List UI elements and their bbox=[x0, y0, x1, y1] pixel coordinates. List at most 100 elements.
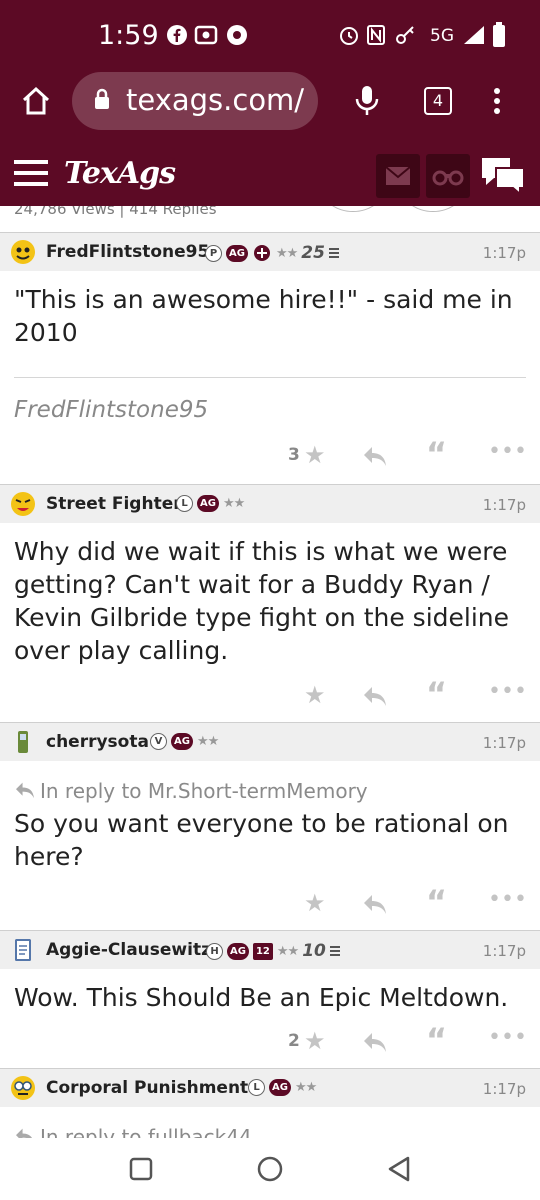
reply-icon[interactable] bbox=[362, 685, 388, 707]
post: cherrysota V AG ★★ 1:17p In reply to Mr.… bbox=[0, 722, 540, 930]
post: Corporal Punishment L AG ★★ 1:17p In rep… bbox=[0, 1068, 540, 1138]
user-badges: L AG ★★ bbox=[248, 1079, 317, 1096]
in-reply-to-link[interactable]: In reply to Mr.Short-termMemory bbox=[40, 779, 368, 803]
recent-apps-icon[interactable] bbox=[128, 1156, 154, 1182]
badge-letter: V bbox=[150, 733, 167, 750]
tab-switcher-button[interactable]: 4 bbox=[424, 87, 452, 115]
site-header: TexAgs bbox=[0, 134, 540, 206]
star-icon[interactable]: ★ bbox=[304, 681, 326, 709]
user-stars: ★★ bbox=[276, 943, 299, 959]
binoculars-icon bbox=[432, 170, 464, 186]
post-header: Aggie-Clausewitz H AG 12 ★★ 10 1:17p bbox=[0, 931, 540, 969]
star-icon[interactable]: ★ bbox=[304, 889, 326, 917]
back-icon[interactable] bbox=[386, 1155, 412, 1183]
facebook-icon bbox=[167, 25, 187, 45]
vote-circle-left[interactable] bbox=[322, 206, 384, 212]
badge-letter: L bbox=[248, 1079, 265, 1096]
user-rank: 10 bbox=[302, 941, 326, 961]
battery-icon bbox=[493, 22, 505, 47]
post-time: 1:17p bbox=[482, 734, 526, 752]
avatar[interactable] bbox=[10, 491, 36, 517]
quote-icon[interactable]: “ bbox=[426, 435, 447, 473]
team-logo-icon bbox=[253, 245, 270, 261]
microphone-icon[interactable] bbox=[354, 84, 380, 118]
home-icon[interactable] bbox=[20, 86, 52, 116]
avatar[interactable] bbox=[10, 937, 36, 963]
user-badges: H AG 12 ★★ 10 bbox=[206, 941, 340, 961]
thread-content: 24,786 Views | 414 Replies FredFlintston… bbox=[0, 206, 540, 1138]
user-stars: ★★ bbox=[294, 1080, 317, 1095]
more-options-icon[interactable]: ••• bbox=[488, 1025, 527, 1050]
post-body: Wow. This Should Be an Epic Meltdown. bbox=[14, 983, 509, 1012]
reply-icon[interactable] bbox=[362, 893, 388, 915]
username[interactable]: FredFlintstone95 bbox=[46, 242, 209, 262]
user-badges: V AG ★★ bbox=[150, 733, 219, 750]
quote-icon[interactable]: “ bbox=[426, 1021, 447, 1059]
quote-icon[interactable]: “ bbox=[426, 675, 447, 713]
chat-icon[interactable] bbox=[480, 154, 526, 194]
post-actions: 2 ★ “ ••• bbox=[0, 1021, 540, 1059]
rank-bars-icon bbox=[329, 946, 340, 956]
home-button-icon[interactable] bbox=[256, 1155, 284, 1183]
reply-icon[interactable] bbox=[362, 1031, 388, 1053]
more-menu-icon[interactable] bbox=[490, 86, 504, 116]
post: FredFlintstone95 P AG ★★ 25 1:17p "This … bbox=[0, 232, 540, 484]
avatar[interactable] bbox=[10, 729, 36, 755]
post-body: So you want everyone to be rational on h… bbox=[14, 809, 509, 871]
badge-ag: AG bbox=[226, 244, 248, 262]
post: Aggie-Clausewitz H AG 12 ★★ 10 1:17p Wow… bbox=[0, 930, 540, 1068]
badge-ag: AG bbox=[227, 942, 249, 960]
key-icon bbox=[396, 26, 414, 44]
lock-icon bbox=[95, 88, 109, 109]
system-navigation-bar bbox=[0, 1138, 540, 1200]
quote-icon[interactable]: “ bbox=[426, 883, 447, 921]
status-bar: 1:59 5G bbox=[0, 0, 540, 70]
site-logo[interactable]: TexAgs bbox=[64, 156, 176, 191]
messages-button[interactable] bbox=[376, 154, 420, 198]
rank-bars-icon bbox=[328, 248, 339, 258]
username[interactable]: Corporal Punishment bbox=[46, 1078, 248, 1098]
avatar[interactable] bbox=[10, 1075, 36, 1101]
vote-circle-right[interactable] bbox=[402, 206, 464, 212]
post-time: 1:17p bbox=[482, 244, 526, 262]
chrome-icon bbox=[227, 25, 247, 45]
envelope-icon bbox=[385, 166, 411, 185]
url-text: texags.com/ bbox=[126, 83, 305, 117]
address-bar[interactable]: texags.com/ bbox=[72, 72, 318, 130]
browser-toolbar: texags.com/ 4 bbox=[0, 70, 540, 134]
post-time: 1:17p bbox=[482, 1080, 526, 1098]
user-stars: ★★ bbox=[275, 245, 298, 261]
badge-ag: AG bbox=[197, 495, 219, 512]
badge-letter: L bbox=[176, 495, 193, 512]
radio-icon bbox=[194, 25, 218, 45]
post-signature: FredFlintstone95 bbox=[14, 397, 209, 423]
post-header: FredFlintstone95 P AG ★★ 25 1:17p bbox=[0, 233, 540, 271]
more-options-icon[interactable]: ••• bbox=[488, 679, 527, 704]
like-count: 3 bbox=[288, 445, 300, 465]
badge-ag: AG bbox=[269, 1079, 291, 1096]
post-header: Street Fighter L AG ★★ 1:17p bbox=[0, 485, 540, 523]
star-icon[interactable]: ★ bbox=[304, 441, 326, 469]
watchlist-button[interactable] bbox=[426, 154, 470, 198]
badge-12th-man: 12 bbox=[252, 942, 273, 960]
user-badges: P AG ★★ 25 bbox=[205, 243, 339, 263]
tab-count: 4 bbox=[432, 91, 444, 110]
avatar[interactable] bbox=[10, 239, 36, 265]
network-type: 5G bbox=[430, 26, 454, 46]
username[interactable]: Aggie-Clausewitz bbox=[46, 940, 211, 960]
username[interactable]: Street Fighter bbox=[46, 494, 182, 514]
more-options-icon[interactable]: ••• bbox=[488, 439, 527, 464]
post-header: Corporal Punishment L AG ★★ 1:17p bbox=[0, 1069, 540, 1107]
status-time: 1:59 bbox=[98, 20, 159, 51]
more-options-icon[interactable]: ••• bbox=[488, 887, 527, 912]
hamburger-menu-icon[interactable] bbox=[14, 160, 48, 186]
star-icon[interactable]: ★ bbox=[304, 1027, 326, 1055]
username[interactable]: cherrysota bbox=[46, 732, 149, 752]
signal-icon bbox=[464, 26, 484, 44]
like-count: 2 bbox=[288, 1031, 300, 1051]
reply-icon[interactable] bbox=[362, 445, 388, 467]
user-rank: 25 bbox=[301, 243, 325, 263]
in-reply-to-link[interactable]: In reply to fullback44 bbox=[40, 1125, 252, 1138]
post-time: 1:17p bbox=[482, 496, 526, 514]
user-stars: ★★ bbox=[196, 734, 219, 749]
